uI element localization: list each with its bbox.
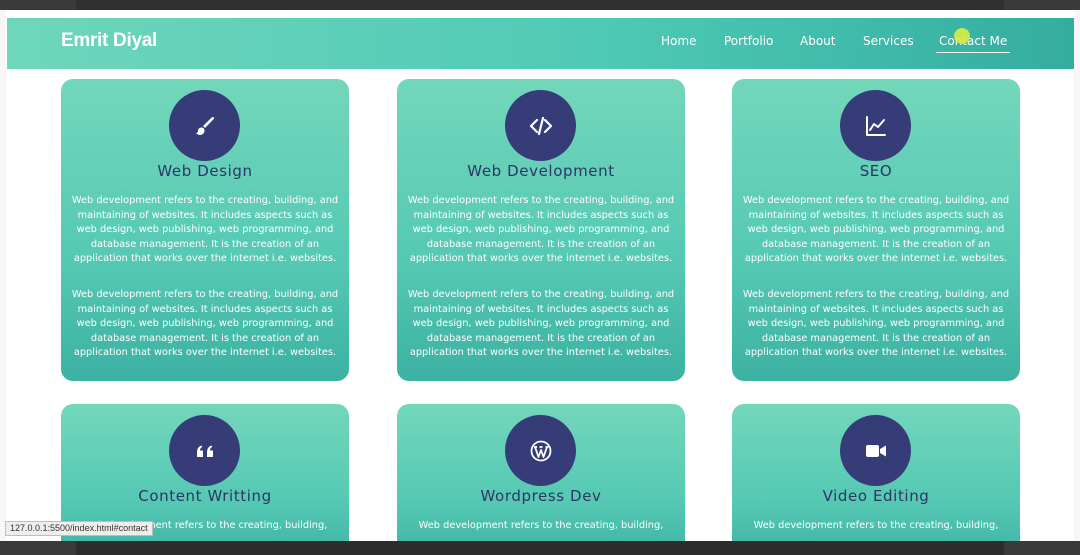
nav-link-portfolio[interactable]: Portfolio — [724, 34, 773, 48]
line-chart-icon — [840, 90, 911, 161]
service-card-video-editing: Video Editing Web development refers to … — [732, 404, 1020, 555]
wordpress-icon — [505, 415, 576, 486]
mouse-cursor-highlight — [954, 28, 970, 44]
nav-link-contact[interactable]: Contact Me — [936, 34, 1011, 53]
nav-links: Home Portfolio About Services Contact Me — [7, 18, 1074, 69]
nav-link-services[interactable]: Services — [863, 34, 914, 48]
card-title: Content Writting — [138, 487, 272, 505]
right-edge — [1074, 10, 1080, 541]
card-title: Wordpress Dev — [480, 487, 602, 505]
window-bottom-bar-inner — [76, 541, 1004, 555]
card-paragraph: Web development refers to the creating, … — [742, 195, 1010, 265]
card-title: Web Design — [157, 162, 253, 180]
service-card-web-design: Web Design Web development refers to the… — [61, 79, 349, 381]
card-title: SEO — [859, 162, 893, 180]
window-top-bar — [0, 0, 1080, 10]
card-paragraph: Web development refers to the creating, … — [71, 289, 339, 359]
window-top-bar-inner — [76, 0, 1004, 10]
service-card-wordpress-dev: Wordpress Dev Web development refers to … — [397, 404, 685, 555]
card-paragraph: Web development refers to the creating, … — [742, 289, 1010, 359]
nav-link-home[interactable]: Home — [661, 34, 696, 48]
card-title: Video Editing — [822, 487, 930, 505]
card-title: Web Development — [467, 162, 615, 180]
card-paragraph: Web development refers to the creating, … — [418, 520, 664, 531]
card-paragraph: Web development refers to the creating, … — [71, 195, 339, 265]
card-paragraph: Web development refers to the creating, … — [407, 195, 675, 265]
service-card-web-development: Web Development Web development refers t… — [397, 79, 685, 381]
service-card-seo: SEO Web development refers to the creati… — [732, 79, 1020, 381]
paintbrush-icon — [169, 90, 240, 161]
window-bottom-bar — [0, 541, 1080, 555]
navbar: Emrit Diyal Home Portfolio About Service… — [7, 18, 1074, 69]
code-icon — [505, 90, 576, 161]
card-paragraph: Web development refers to the creating, … — [753, 520, 999, 531]
left-edge — [0, 10, 6, 541]
video-camera-icon — [840, 415, 911, 486]
status-bar-url: 127.0.0.1:5500/index.html#contact — [5, 521, 153, 536]
nav-link-about[interactable]: About — [800, 34, 835, 48]
quote-icon — [169, 415, 240, 486]
card-paragraph: Web development refers to the creating, … — [407, 289, 675, 359]
